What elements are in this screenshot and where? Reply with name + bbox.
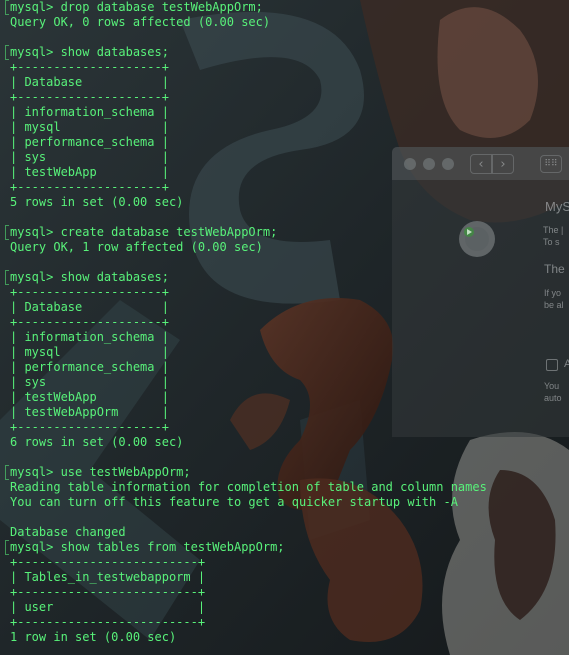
terminal-line: 1 row in set (0.00 sec) <box>10 630 177 644</box>
command-line: mysql> create database testWebAppOrm; <box>10 225 278 239</box>
prompt-marker <box>5 0 9 15</box>
terminal-line: Query OK, 1 row affected (0.00 sec) <box>10 240 263 254</box>
prompt-marker <box>5 465 9 480</box>
table-row: +--------------------+ <box>10 60 169 74</box>
table-row: +-------------------------+ <box>10 555 206 569</box>
prompt-marker <box>5 225 9 240</box>
table-row: +--------------------+ <box>10 180 169 194</box>
command-line: mysql> use testWebAppOrm; <box>10 465 191 479</box>
table-row: | mysql | <box>10 345 169 359</box>
prompt-marker <box>5 540 9 555</box>
command-line: mysql> show tables from testWebAppOrm; <box>10 540 285 554</box>
table-row: | sys | <box>10 150 169 164</box>
table-row: | sys | <box>10 375 169 389</box>
table-row: | Database | <box>10 75 169 89</box>
terminal-line: You can turn off this feature to get a q… <box>10 495 458 509</box>
table-row: | performance_schema | <box>10 360 169 374</box>
table-row: | testWebApp | <box>10 165 169 179</box>
table-row: | Database | <box>10 300 169 314</box>
prompt-marker <box>5 45 9 60</box>
table-row: +-------------------------+ <box>10 615 206 629</box>
table-row: | user | <box>10 600 206 614</box>
table-row: | testWebApp | <box>10 390 169 404</box>
table-row: | testWebAppOrm | <box>10 405 169 419</box>
terminal-line: 6 rows in set (0.00 sec) <box>10 435 184 449</box>
terminal-line: Query OK, 0 rows affected (0.00 sec) <box>10 15 271 29</box>
table-row: +--------------------+ <box>10 285 169 299</box>
table-row: | mysql | <box>10 120 169 134</box>
terminal-line: Reading table information for completion… <box>10 480 487 494</box>
table-row: | performance_schema | <box>10 135 169 149</box>
table-row: +-------------------------+ <box>10 585 206 599</box>
table-row: +--------------------+ <box>10 315 169 329</box>
prompt-marker <box>5 270 9 285</box>
table-row: | Tables_in_testwebapporm | <box>10 570 206 584</box>
table-row: | information_schema | <box>10 105 169 119</box>
command-line: mysql> show databases; <box>10 45 169 59</box>
terminal-line: Database changed <box>10 525 126 539</box>
command-line: mysql> drop database testWebAppOrm; <box>10 0 263 14</box>
terminal-line: 5 rows in set (0.00 sec) <box>10 195 184 209</box>
table-row: +--------------------+ <box>10 90 169 104</box>
command-line: mysql> show databases; <box>10 270 169 284</box>
terminal-output[interactable]: mysql> drop database testWebAppOrm; Query… <box>0 0 569 655</box>
table-row: | information_schema | <box>10 330 169 344</box>
desktop: { "terminal": { "colors": { "text": "#58… <box>0 0 569 655</box>
table-row: +--------------------+ <box>10 420 169 434</box>
